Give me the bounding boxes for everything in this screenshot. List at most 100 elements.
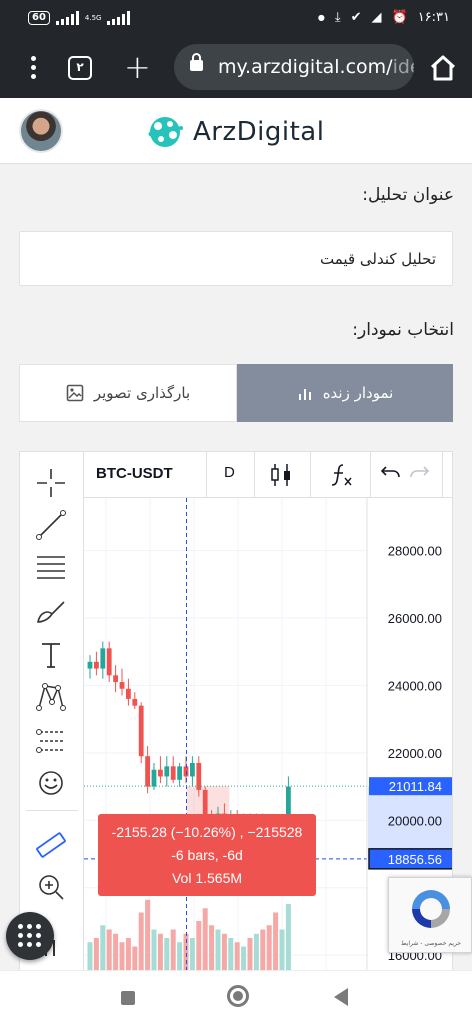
volume-bar bbox=[113, 933, 119, 970]
price-tick-label: 20000.00 bbox=[388, 813, 442, 828]
analysis-title-input[interactable]: تحلیل کندلی قیمت bbox=[19, 231, 453, 286]
trendline-icon[interactable] bbox=[34, 508, 68, 542]
candle-body bbox=[113, 675, 118, 683]
tab-live-chart[interactable]: نمودار زنده bbox=[237, 364, 453, 422]
candle-body bbox=[94, 661, 99, 669]
candle-style-icon[interactable] bbox=[266, 460, 296, 490]
site-logo[interactable]: ArzDigital bbox=[145, 112, 345, 152]
measure-tooltip: -2155.28 (−10.26%) , −215528 -6 bars, -6… bbox=[98, 814, 316, 896]
site-header: ArzDigital bbox=[0, 98, 472, 164]
toolbar-divider bbox=[26, 810, 78, 811]
volume-bar bbox=[247, 938, 253, 970]
check-icon: ✔ bbox=[350, 10, 362, 25]
prediction-icon[interactable] bbox=[34, 724, 68, 758]
signal-icon bbox=[55, 11, 79, 25]
image-icon bbox=[66, 384, 84, 402]
candle-body bbox=[132, 698, 138, 706]
candle-body bbox=[177, 766, 182, 780]
recents-icon[interactable] bbox=[121, 991, 135, 1005]
volume-bar bbox=[145, 899, 151, 970]
volume-bar bbox=[209, 925, 215, 970]
price-tick-label: 26000.00 bbox=[388, 611, 442, 626]
candle-body bbox=[138, 705, 144, 757]
clock-time: ۱۶:۳۱ bbox=[417, 10, 450, 25]
divider bbox=[254, 452, 255, 498]
volume-bar bbox=[196, 921, 202, 970]
bar-chart-icon bbox=[298, 389, 311, 400]
apps-menu-button[interactable] bbox=[6, 912, 54, 960]
battery-indicator: 60 bbox=[28, 11, 50, 25]
price-tick-label: 24000.00 bbox=[388, 678, 442, 693]
browser-menu-icon[interactable] bbox=[26, 56, 40, 80]
candle-body bbox=[87, 661, 93, 669]
volume-bar bbox=[273, 912, 279, 970]
redo-icon[interactable] bbox=[406, 460, 436, 490]
network-type: 4.5G bbox=[84, 13, 102, 22]
crosshair-icon[interactable] bbox=[34, 466, 68, 500]
alarm-icon: ⏰ bbox=[391, 10, 408, 25]
candle-body bbox=[151, 769, 157, 787]
signal-icon-2 bbox=[107, 11, 131, 25]
home-nav-icon[interactable] bbox=[227, 985, 249, 1007]
new-tab-icon[interactable]: + bbox=[124, 50, 151, 84]
divider bbox=[442, 452, 443, 498]
interval-selector[interactable]: D bbox=[224, 464, 235, 481]
back-icon[interactable] bbox=[334, 988, 348, 1006]
volume-bar bbox=[253, 933, 259, 970]
candle-body bbox=[106, 648, 112, 676]
browser-toolbar: ۲ + my.arzdigital.com/ide bbox=[0, 38, 472, 98]
recaptcha-badge[interactable]: حریم خصوصی - شرایط bbox=[388, 877, 472, 953]
volume-bar bbox=[157, 933, 163, 970]
recaptcha-icon bbox=[412, 890, 450, 928]
tooltip-bars: -6 bars, -6d bbox=[171, 847, 243, 863]
undo-icon[interactable] bbox=[374, 460, 404, 490]
logo-text: ArzDigital bbox=[193, 117, 325, 147]
divider bbox=[310, 452, 311, 498]
title-label: عنوان تحلیل: bbox=[362, 185, 454, 205]
volume-bar bbox=[119, 942, 125, 970]
tooltip-change: -2155.28 (−10.26%) , −215528 bbox=[111, 824, 303, 840]
cursor-price-label: 18856.56 bbox=[388, 852, 442, 867]
candle-body bbox=[100, 648, 106, 669]
volume-bar bbox=[93, 938, 99, 970]
divider bbox=[206, 452, 207, 498]
symbol-selector[interactable]: BTC-USDT bbox=[96, 465, 173, 482]
candle-body bbox=[119, 682, 125, 689]
avatar[interactable] bbox=[19, 109, 63, 153]
text-tool-icon[interactable] bbox=[34, 638, 68, 672]
drawing-toolbar bbox=[20, 452, 84, 970]
candle-body bbox=[170, 766, 176, 780]
volume-bar bbox=[234, 942, 240, 970]
fib-retracement-icon[interactable] bbox=[34, 550, 68, 584]
recaptcha-terms[interactable]: حریم خصوصی - شرایط bbox=[393, 940, 469, 947]
zoom-in-icon[interactable] bbox=[34, 870, 68, 904]
chart-source-selector: بارگذاری تصویر نمودار زنده bbox=[19, 364, 453, 422]
volume-bar bbox=[170, 929, 176, 970]
volume-bar bbox=[215, 929, 221, 970]
volume-bar bbox=[266, 925, 272, 970]
volume-bar bbox=[151, 929, 157, 970]
volume-bar bbox=[164, 938, 170, 970]
tab-upload-image[interactable]: بارگذاری تصویر bbox=[19, 364, 237, 422]
android-nav-bar bbox=[0, 970, 472, 1024]
price-tick-label: 28000.00 bbox=[388, 544, 442, 559]
volume-bar bbox=[87, 942, 93, 970]
tooltip-volume: Vol 1.565M bbox=[171, 870, 243, 886]
volume-bar bbox=[132, 946, 138, 970]
candle-body bbox=[145, 756, 150, 787]
emoji-icon[interactable] bbox=[34, 766, 68, 800]
url-text: my.arzdigital.com/ide bbox=[218, 56, 414, 78]
home-icon[interactable] bbox=[428, 53, 458, 83]
indicators-icon[interactable] bbox=[326, 460, 356, 490]
volume-bar bbox=[202, 908, 208, 970]
volume-bar bbox=[138, 912, 144, 970]
ruler-icon[interactable] bbox=[34, 828, 68, 862]
volume-bar bbox=[106, 929, 112, 970]
pattern-icon[interactable] bbox=[34, 680, 68, 714]
brush-icon[interactable] bbox=[34, 594, 68, 628]
download-icon: ⤓ bbox=[334, 10, 341, 25]
tab-switcher-button[interactable]: ۲ bbox=[68, 56, 92, 80]
volume-bar bbox=[221, 933, 227, 970]
address-bar[interactable]: my.arzdigital.com/ide bbox=[174, 44, 414, 90]
dot-icon: ● bbox=[317, 13, 325, 22]
